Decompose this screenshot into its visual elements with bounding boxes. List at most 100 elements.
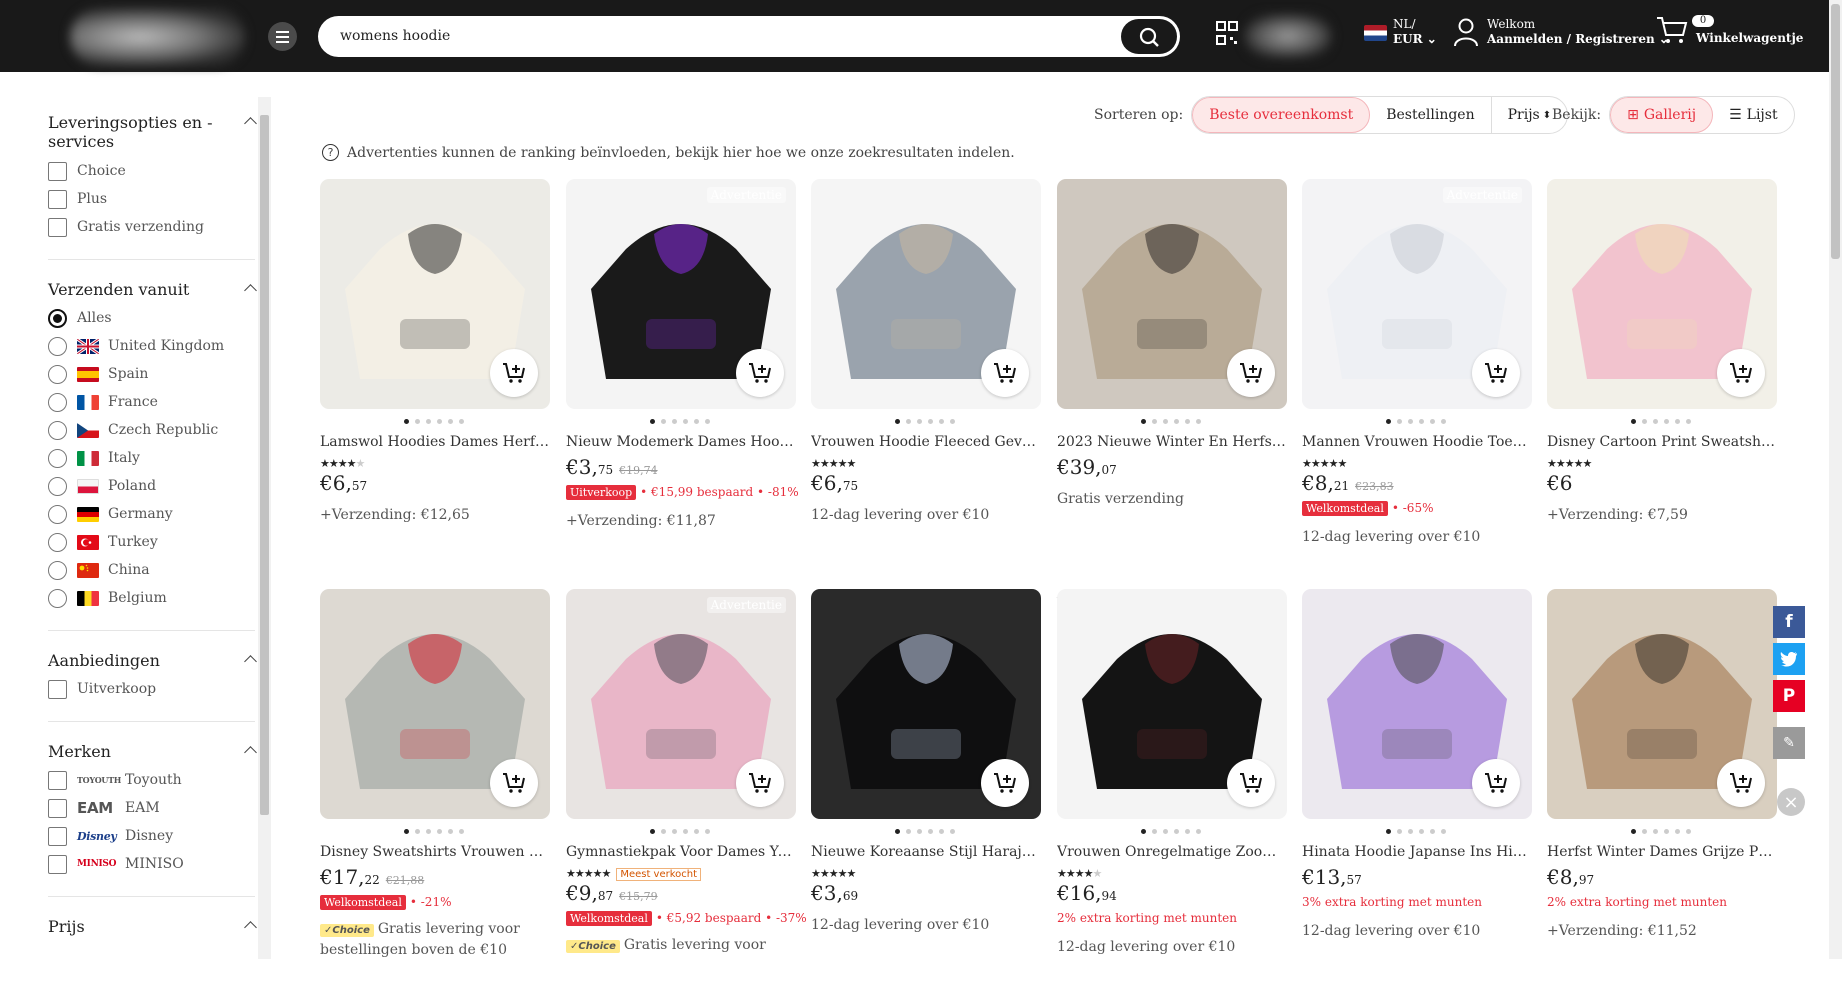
cart-button[interactable]: 0 Winkelwagentje [1656,15,1803,46]
add-to-cart-button[interactable] [1717,349,1765,397]
product-image[interactable] [1547,179,1777,409]
qr-code-icon[interactable] [1216,20,1238,48]
product-title[interactable]: 2023 Nieuwe Winter En Herfst Vrouwen [1057,434,1287,450]
product-title[interactable]: Vrouwen Hoodie Fleeced Gevoerd [811,434,1041,450]
product-card[interactable]: Disney Cartoon Print Sweatshirt Fleece ★★… [1547,179,1777,609]
checkbox[interactable] [48,770,67,790]
radio[interactable] [48,392,67,412]
product-title[interactable]: Disney Cartoon Print Sweatshirt Fleece [1547,434,1777,450]
add-to-cart-button[interactable] [736,759,784,807]
ship-from-italy[interactable]: Italy [48,444,255,472]
radio[interactable] [48,448,67,468]
filter-plus[interactable]: Plus [48,185,255,213]
ship-from-germany[interactable]: Germany [48,500,255,528]
add-to-cart-button[interactable] [1227,349,1275,397]
brand-miniso[interactable]: MINISO MINISO [48,850,255,878]
brand-toyouth[interactable]: TOYOUTH Toyouth [48,766,255,794]
image-carousel-dots[interactable] [1386,829,1446,834]
radio[interactable] [48,420,67,440]
product-title[interactable]: Nieuw Modemerk Dames Hoodies [566,434,796,450]
image-carousel-dots[interactable] [1631,829,1691,834]
deals-header[interactable]: Aanbiedingen [48,651,257,670]
product-image[interactable]: Advertentie [1302,179,1532,409]
add-to-cart-button[interactable] [981,349,1029,397]
app-promo-blurred[interactable] [1244,14,1332,58]
checkbox[interactable] [48,189,67,209]
scrollbar-thumb[interactable] [260,115,269,815]
twitter-share-button[interactable] [1773,643,1805,675]
product-card[interactable]: Hinata Hoodie Japanse Ins Hinata Hyuga €1… [1302,589,1532,989]
checkbox[interactable] [48,217,67,237]
search-button[interactable] [1121,19,1177,54]
product-title[interactable]: Mannen Vrouwen Hoodie Toevallige [1302,434,1532,450]
brand-eam[interactable]: EAM EAM [48,794,255,822]
radio[interactable] [48,504,67,524]
ship-from-spain[interactable]: Spain [48,360,255,388]
checkbox[interactable] [48,826,67,846]
image-carousel-dots[interactable] [1386,419,1446,424]
product-title[interactable]: Nieuwe Koreaanse Stijl Harajuku Retro [811,844,1041,860]
language-currency-selector[interactable]: NL/EUR ⌄ [1364,17,1437,47]
product-card[interactable]: Advertentie Nieuw Modemerk Dames Hoodies €… [566,179,799,609]
image-carousel-dots[interactable] [895,829,955,834]
filter-choice[interactable]: Choice [48,157,255,185]
filter-free-shipping[interactable]: Gratis verzending [48,213,255,241]
ship-from-all[interactable]: Alles [48,304,255,332]
product-card[interactable]: Advertentie Mannen Vrouwen Hoodie Toevall… [1302,179,1532,609]
checkbox[interactable] [48,798,67,818]
radio[interactable] [48,336,67,356]
image-carousel-dots[interactable] [895,419,955,424]
ship-from-header[interactable]: Verzenden vanuit [48,280,257,299]
product-card[interactable]: Advertentie Gymnastiekpak Voor Dames Yoga… [566,589,807,989]
view-list[interactable]: ☰ Lijst [1713,97,1794,133]
ship-from-czech[interactable]: Czech Republic [48,416,255,444]
sign-in-register-link[interactable]: Aanmelden / Registreren [1487,32,1655,46]
view-gallery[interactable]: ⊞ Gallerij [1610,97,1714,133]
sort-orders[interactable]: Bestellingen [1370,97,1492,133]
sort-best-match[interactable]: Beste overeenkomst [1192,97,1371,133]
ship-from-uk[interactable]: United Kingdom [48,332,255,360]
image-carousel-dots[interactable] [404,419,464,424]
add-to-cart-button[interactable] [490,349,538,397]
ship-from-belgium[interactable]: Belgium [48,584,255,612]
edit-feedback-button[interactable]: ✎ [1773,727,1805,759]
product-image[interactable] [811,589,1041,819]
add-to-cart-button[interactable] [490,759,538,807]
hamburger-menu-button[interactable] [268,22,297,51]
add-to-cart-button[interactable] [1472,349,1520,397]
ad-ranking-note[interactable]: ? Advertenties kunnen de ranking beïnvloe… [322,144,1015,161]
scrollbar-thumb[interactable] [1831,4,1840,259]
image-carousel-dots[interactable] [404,829,464,834]
ship-from-turkey[interactable]: Turkey [48,528,255,556]
image-carousel-dots[interactable] [650,829,710,834]
product-title[interactable]: Disney Sweatshirts Vrouwen Hoodies [320,844,550,860]
brand-disney[interactable]: Disney Disney [48,822,255,850]
checkbox[interactable] [48,854,67,874]
add-to-cart-button[interactable] [981,759,1029,807]
image-carousel-dots[interactable] [1631,419,1691,424]
radio[interactable] [48,532,67,552]
product-title[interactable]: Herfst Winter Dames Grijze Print Lange [1547,844,1777,860]
facebook-share-button[interactable]: f [1773,606,1805,638]
image-carousel-dots[interactable] [1141,419,1201,424]
product-image[interactable] [320,179,550,409]
product-image[interactable]: Advertentie [566,589,796,819]
image-carousel-dots[interactable] [650,419,710,424]
product-title[interactable]: Vrouwen Onregelmatige Zoom Winter [1057,844,1287,860]
ship-from-france[interactable]: France [48,388,255,416]
page-scrollbar[interactable] [1829,0,1842,959]
product-card[interactable]: Herfst Winter Dames Grijze Print Lange €8… [1547,589,1777,989]
checkbox[interactable] [48,161,67,181]
ship-from-china[interactable]: China [48,556,255,584]
product-title[interactable]: Gymnastiekpak Voor Dames Yoga Sport [566,844,796,860]
product-image[interactable]: Advertentie [566,179,796,409]
account-menu[interactable]: Welkom Aanmelden / Registreren ⌄ [1453,17,1669,47]
brands-header[interactable]: Merken [48,742,257,761]
price-header[interactable]: Prijs [48,917,257,936]
product-image[interactable] [1302,589,1532,819]
add-to-cart-button[interactable] [1227,759,1275,807]
ship-from-poland[interactable]: Poland [48,472,255,500]
site-logo[interactable] [70,8,245,66]
sidebar-scrollbar[interactable] [258,97,271,959]
product-card[interactable]: 2023 Nieuwe Winter En Herfst Vrouwen €39,… [1057,179,1287,609]
